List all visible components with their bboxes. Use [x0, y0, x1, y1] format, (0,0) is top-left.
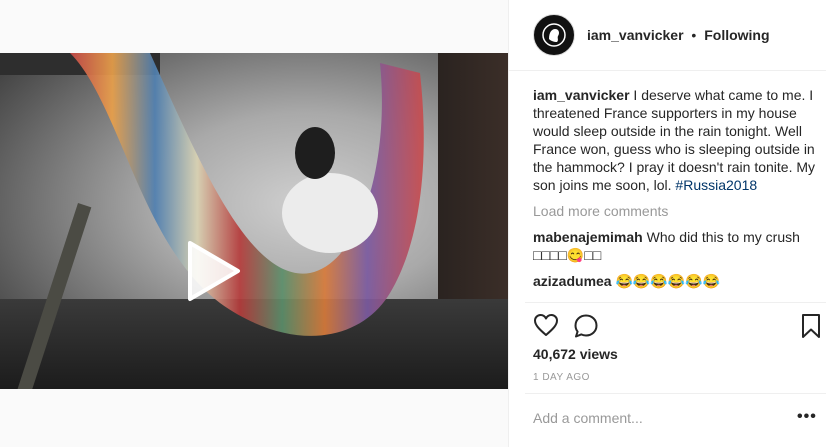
comment-username[interactable]: mabenajemimah: [533, 229, 643, 245]
comment-item: mabenajemimah Who did this to my crush □…: [533, 228, 818, 264]
header-text: iam_vanvicker • Following: [587, 27, 770, 43]
username-link[interactable]: iam_vanvicker: [587, 27, 684, 43]
load-more-comments-button[interactable]: Load more comments: [533, 202, 818, 220]
add-comment-input[interactable]: Add a comment...: [533, 410, 643, 426]
video-player[interactable]: [0, 53, 508, 389]
post-header: iam_vanvicker • Following: [509, 0, 826, 71]
play-icon[interactable]: [182, 239, 242, 303]
caption-username[interactable]: iam_vanvicker: [533, 87, 630, 103]
avatar[interactable]: [533, 14, 575, 56]
post-sidebar: iam_vanvicker • Following iam_vanvicker …: [508, 0, 826, 447]
separator-dot: •: [691, 27, 697, 43]
views-count[interactable]: 40,672 views: [533, 346, 618, 362]
comment-text-extra: □□□□😋□□: [533, 247, 602, 263]
comment-text: Who did this to my crush: [646, 229, 800, 245]
post-timestamp[interactable]: 1 DAY AGO: [533, 372, 590, 383]
comments-list: iam_vanvicker I deserve what came to me.…: [533, 86, 818, 302]
divider: [525, 393, 826, 394]
bookmark-icon[interactable]: [800, 313, 822, 339]
media-panel: [0, 0, 508, 447]
following-button[interactable]: Following: [704, 27, 769, 43]
divider: [525, 302, 826, 303]
lion-logo-icon: [542, 23, 566, 47]
comment-username[interactable]: azizadumea: [533, 273, 612, 289]
action-bar: [533, 313, 823, 339]
heart-icon[interactable]: [533, 313, 559, 337]
hammock-image: [70, 53, 424, 336]
comment-icon[interactable]: [573, 313, 599, 339]
caption: iam_vanvicker I deserve what came to me.…: [533, 86, 818, 194]
comment-item: azizadumea 😂😂😂😂😂😂: [533, 272, 818, 290]
comment-text: 😂😂😂😂😂😂: [615, 273, 721, 289]
hashtag-link[interactable]: #Russia2018: [675, 177, 757, 193]
more-options-button[interactable]: •••: [797, 408, 817, 426]
